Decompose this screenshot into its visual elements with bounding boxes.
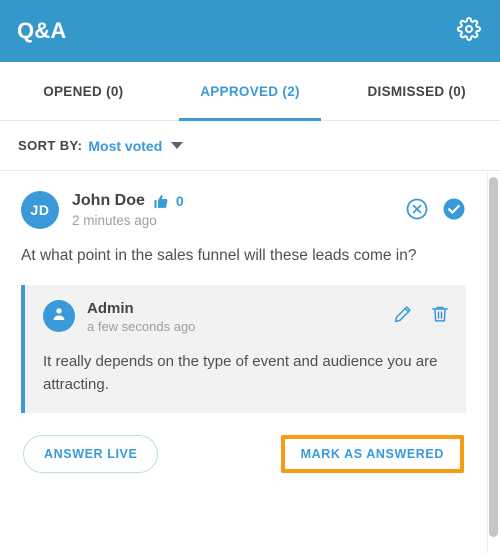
avatar	[43, 300, 75, 333]
question-author-row: John Doe 0	[72, 192, 405, 210]
scrollbar-thumb[interactable]	[489, 177, 498, 537]
vote-count: 0	[175, 193, 184, 209]
answer-header: Admin a few seconds ago	[43, 300, 450, 334]
tab-opened[interactable]: OPENED (0)	[0, 62, 167, 120]
tab-dismissed[interactable]: DISMISSED (0)	[333, 62, 500, 120]
mark-as-answered-button[interactable]: MARK AS ANSWERED	[280, 435, 464, 474]
gear-icon	[457, 16, 481, 46]
question-list: JD John Doe 0 2 minutes ago At what poin…	[0, 171, 488, 553]
question-timestamp: 2 minutes ago	[72, 213, 157, 228]
tab-bar: OPENED (0) APPROVED (2) DISMISSED (0)	[0, 62, 500, 121]
question-actions	[405, 191, 466, 221]
question-header: JD John Doe 0 2 minutes ago	[21, 191, 466, 229]
app-header: Q&A	[0, 0, 500, 62]
answer-meta: Admin a few seconds ago	[87, 300, 393, 334]
answer-timestamp: a few seconds ago	[87, 319, 196, 335]
sort-value-dropdown[interactable]: Most voted	[88, 138, 162, 154]
answer-actions	[393, 300, 450, 324]
page-title: Q&A	[17, 18, 67, 43]
question-footer: ANSWER LIVE MARK AS ANSWERED	[21, 413, 466, 493]
person-icon	[50, 305, 68, 328]
dismiss-circle-icon[interactable]	[405, 197, 429, 221]
sort-bar: SORT BY: Most voted	[0, 121, 500, 171]
question-text: At what point in the sales funnel will t…	[21, 247, 417, 264]
avatar: JD	[21, 191, 59, 229]
pencil-icon[interactable]	[393, 304, 413, 324]
qa-panel: Q&A OPENED (0) APPROVED (2) DISMISSED (0…	[0, 0, 500, 553]
thumbs-up-icon[interactable]	[153, 193, 170, 210]
tab-approved[interactable]: APPROVED (2)	[167, 62, 334, 121]
question-list-scroll-area: JD John Doe 0 2 minutes ago At what poin…	[0, 171, 500, 553]
chevron-down-icon[interactable]	[171, 142, 184, 149]
settings-button[interactable]	[454, 16, 484, 46]
answer-live-button[interactable]: ANSWER LIVE	[23, 435, 159, 474]
question-card: JD John Doe 0 2 minutes ago At what poin…	[0, 171, 487, 493]
check-circle-icon[interactable]	[442, 197, 466, 221]
trash-icon[interactable]	[430, 304, 450, 324]
scrollbar[interactable]	[488, 171, 500, 553]
answer-author: Admin	[87, 300, 134, 318]
question-author: John Doe	[72, 192, 145, 209]
answer-text: It really depends on the type of event a…	[43, 353, 438, 393]
question-meta: John Doe 0 2 minutes ago	[72, 191, 405, 228]
sort-by-label: SORT BY:	[18, 138, 83, 153]
answer-block: Admin a few seconds ago It really depend…	[21, 285, 466, 414]
